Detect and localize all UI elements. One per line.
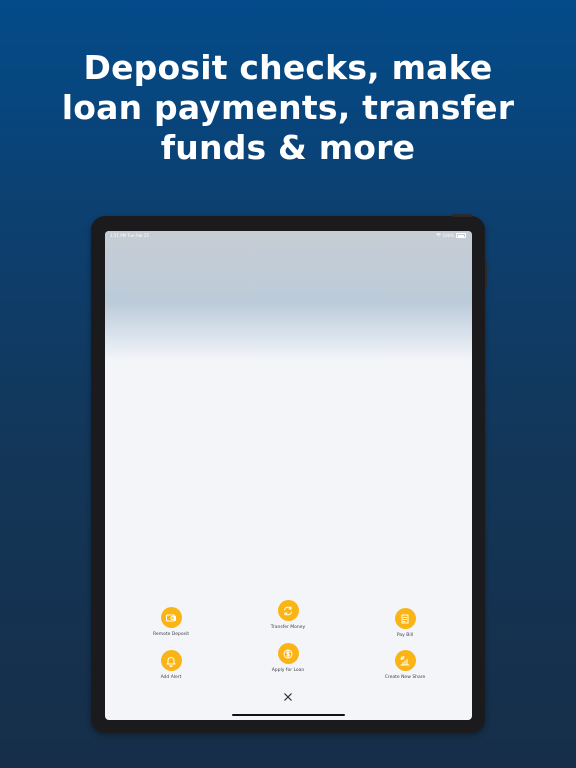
tablet-top-button <box>452 214 472 217</box>
loan-money-icon <box>277 643 299 664</box>
create-new-share-label: Create New Share <box>384 675 426 680</box>
apply-for-loan-button[interactable]: Apply for Loan <box>248 643 328 673</box>
transfer-arrows-icon <box>277 600 299 621</box>
headline-line-2: loan payments, transfer <box>61 88 515 127</box>
create-new-share-button[interactable]: Create New Share <box>365 650 445 680</box>
tablet-screen: 1:51 PM Tue Feb 25 100% Remote Deposit T… <box>105 231 472 720</box>
apply-for-loan-label: Apply for Loan <box>271 668 305 673</box>
add-alert-label: Add Alert <box>160 675 182 680</box>
home-indicator[interactable] <box>232 714 345 716</box>
transfer-money-button[interactable]: Transfer Money <box>248 600 328 630</box>
remote-deposit-label: Remote Deposit <box>153 632 189 637</box>
headline-line-1: Deposit checks, make <box>83 48 493 87</box>
tablet-side-button <box>485 262 487 288</box>
add-alert-button[interactable]: Add Alert <box>131 650 211 680</box>
headline: Deposit checks, make loan payments, tran… <box>0 48 576 168</box>
bell-icon <box>160 650 182 671</box>
battery-percentage: 100% <box>442 233 454 238</box>
pay-bill-label: Pay Bill <box>396 633 414 638</box>
pay-bill-button[interactable]: Pay Bill <box>365 608 445 638</box>
status-right-group: 100% <box>435 233 466 238</box>
close-button[interactable] <box>279 688 297 706</box>
battery-icon <box>456 233 466 238</box>
status-bar: 1:51 PM Tue Feb 25 100% <box>105 231 472 241</box>
remote-deposit-button[interactable]: Remote Deposit <box>131 607 211 637</box>
close-icon <box>284 693 292 701</box>
status-time: 1:51 PM Tue Feb 25 <box>110 233 149 238</box>
share-growth-icon <box>394 650 416 671</box>
headline-line-3: funds & more <box>160 128 416 167</box>
check-deposit-icon <box>160 607 182 628</box>
transfer-money-label: Transfer Money <box>270 625 306 630</box>
bill-icon <box>394 608 416 629</box>
wifi-icon <box>435 233 441 238</box>
blurred-header-background <box>105 231 472 361</box>
